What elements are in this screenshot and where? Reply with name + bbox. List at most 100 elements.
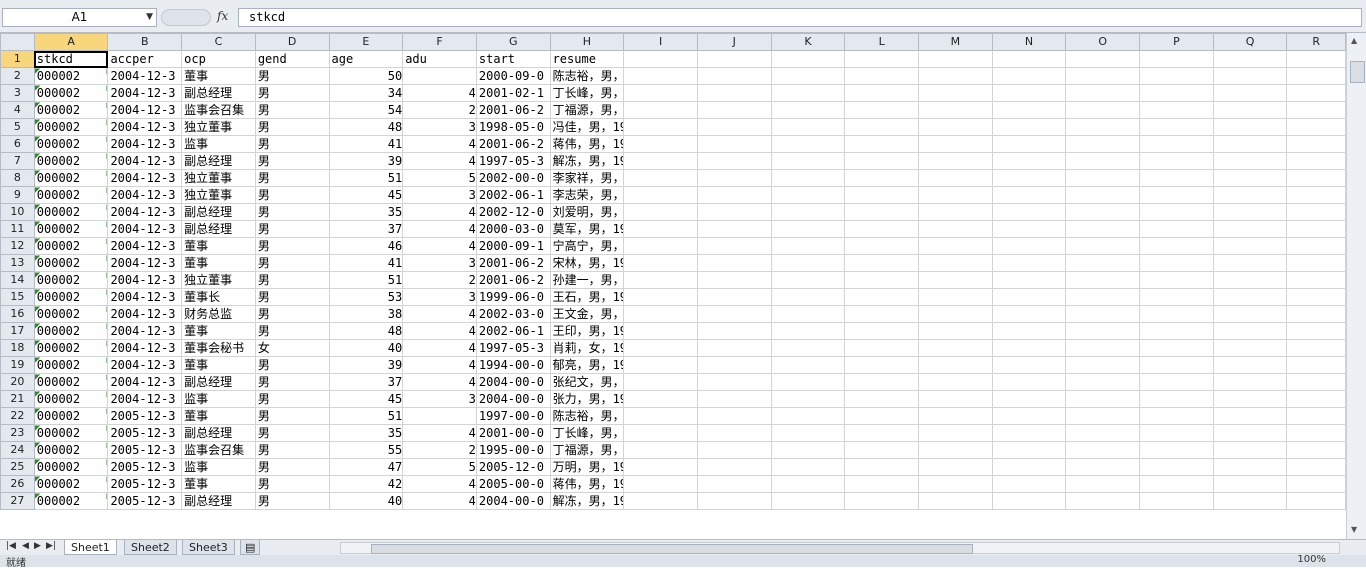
cell-start[interactable]: 1999-06-0 <box>475 288 551 306</box>
cell-resume[interactable]: 张力，男，1959 年出生。1985 年毕业于江西大学政治经济学专业，本科学历。… <box>549 390 625 408</box>
vertical-scrollbar[interactable]: ▲ ▼ <box>1346 33 1366 539</box>
first-sheet-icon[interactable]: |◀ <box>6 541 16 551</box>
scroll-up-icon[interactable]: ▲ <box>1351 36 1357 45</box>
cell[interactable] <box>623 407 698 425</box>
cell[interactable] <box>1139 305 1214 323</box>
cell[interactable] <box>770 135 846 153</box>
cell-accper[interactable]: 2005-12-3 <box>107 424 183 442</box>
cell[interactable] <box>1212 356 1288 374</box>
cell[interactable] <box>1139 322 1214 340</box>
cell[interactable] <box>623 50 698 68</box>
cell[interactable] <box>991 203 1067 221</box>
row-header[interactable]: 13 <box>0 254 35 272</box>
cell[interactable] <box>1139 492 1214 510</box>
cell[interactable] <box>1139 135 1214 153</box>
cell-adu[interactable]: 5 <box>402 458 477 476</box>
cell-resume[interactable]: 孙建一，男，1953 年出生。毕业于中南财经大学金融专业，大专学历，高级经济师。… <box>549 271 625 289</box>
cell[interactable] <box>770 237 846 255</box>
cell[interactable] <box>1139 237 1214 255</box>
cell[interactable] <box>770 203 846 221</box>
cell-adu[interactable] <box>402 67 477 85</box>
cell-start[interactable]: 2002-03-0 <box>475 305 551 323</box>
cell[interactable] <box>623 254 698 272</box>
cell-ocp[interactable]: 独立董事 <box>181 271 256 289</box>
cell[interactable] <box>918 441 993 459</box>
cell[interactable] <box>1139 441 1214 459</box>
cell[interactable] <box>1139 373 1214 391</box>
cell-start[interactable]: 1998-05-0 <box>475 118 551 136</box>
cell-ocp[interactable]: 独立董事 <box>181 169 256 187</box>
cell[interactable] <box>1286 50 1346 68</box>
column-header-p[interactable]: P <box>1139 33 1214 51</box>
cell[interactable] <box>1212 339 1288 357</box>
cell[interactable] <box>1286 152 1346 170</box>
cell[interactable] <box>1139 203 1214 221</box>
cell-resume[interactable]: 丁长峰，男，1970 年出生。1991 年7 月毕业于北京大学国际政治系，获学士… <box>549 84 625 102</box>
cell[interactable] <box>991 50 1067 68</box>
cell[interactable] <box>770 288 846 306</box>
cell-ocp[interactable]: 副总经理 <box>181 203 256 221</box>
cell[interactable] <box>918 50 993 68</box>
row-header[interactable]: 9 <box>0 186 35 204</box>
cell-age[interactable]: 55 <box>328 441 404 459</box>
cell[interactable] <box>991 152 1067 170</box>
cell[interactable] <box>1065 424 1141 442</box>
cell[interactable] <box>1286 186 1346 204</box>
cell[interactable] <box>918 322 993 340</box>
cell[interactable] <box>1139 475 1214 493</box>
cell[interactable] <box>1139 407 1214 425</box>
cell[interactable] <box>623 152 698 170</box>
cell[interactable] <box>1139 288 1214 306</box>
cell[interactable] <box>623 186 698 204</box>
cell-ocp[interactable]: 董事 <box>181 237 256 255</box>
row-header[interactable]: 10 <box>0 203 35 221</box>
cell-adu[interactable]: 4 <box>402 373 477 391</box>
select-all-corner[interactable] <box>0 33 35 51</box>
cell-stkcd[interactable]: 000002 <box>33 458 109 476</box>
cell-adu[interactable]: 4 <box>402 424 477 442</box>
cell[interactable] <box>1065 152 1141 170</box>
cell-adu[interactable]: 3 <box>402 186 477 204</box>
cell[interactable] <box>696 407 772 425</box>
row-header[interactable]: 16 <box>0 305 35 323</box>
cell[interactable] <box>918 492 993 510</box>
cell-adu[interactable]: 3 <box>402 254 477 272</box>
cell[interactable] <box>770 169 846 187</box>
cell-accper[interactable]: 2004-12-3 <box>107 101 183 119</box>
cell-stkcd[interactable]: 000002 <box>33 101 109 119</box>
cell[interactable] <box>918 67 993 85</box>
cell[interactable] <box>1212 322 1288 340</box>
cell[interactable] <box>918 135 993 153</box>
cell[interactable] <box>1286 118 1346 136</box>
cell-gend[interactable]: 男 <box>254 475 330 493</box>
cancel-enter-buttons[interactable] <box>161 9 211 26</box>
row-header[interactable]: 19 <box>0 356 35 374</box>
cell[interactable] <box>991 101 1067 119</box>
column-header-k[interactable]: K <box>770 33 846 51</box>
cell-age[interactable]: 53 <box>328 288 404 306</box>
cell[interactable] <box>991 254 1067 272</box>
cell-age[interactable]: 41 <box>328 254 404 272</box>
cell-gend[interactable]: 男 <box>254 84 330 102</box>
cell[interactable] <box>1139 118 1214 136</box>
row-header[interactable]: 11 <box>0 220 35 238</box>
cell-gend[interactable]: 男 <box>254 152 330 170</box>
cell-accper[interactable]: 2004-12-3 <box>107 305 183 323</box>
cell[interactable] <box>918 186 993 204</box>
cell-stkcd[interactable]: 000002 <box>33 169 109 187</box>
cell[interactable] <box>696 254 772 272</box>
cell[interactable] <box>696 305 772 323</box>
cell-header[interactable]: age <box>328 50 404 68</box>
cell[interactable] <box>623 101 698 119</box>
cell[interactable] <box>623 118 698 136</box>
cell-age[interactable]: 38 <box>328 305 404 323</box>
cell-accper[interactable]: 2004-12-3 <box>107 220 183 238</box>
cell[interactable] <box>1212 424 1288 442</box>
cell-adu[interactable] <box>402 407 477 425</box>
column-header-m[interactable]: M <box>918 33 993 51</box>
cell[interactable] <box>1286 339 1346 357</box>
cell-gend[interactable]: 男 <box>254 441 330 459</box>
cell[interactable] <box>918 424 993 442</box>
row-header[interactable]: 27 <box>0 492 35 510</box>
cell[interactable] <box>770 220 846 238</box>
